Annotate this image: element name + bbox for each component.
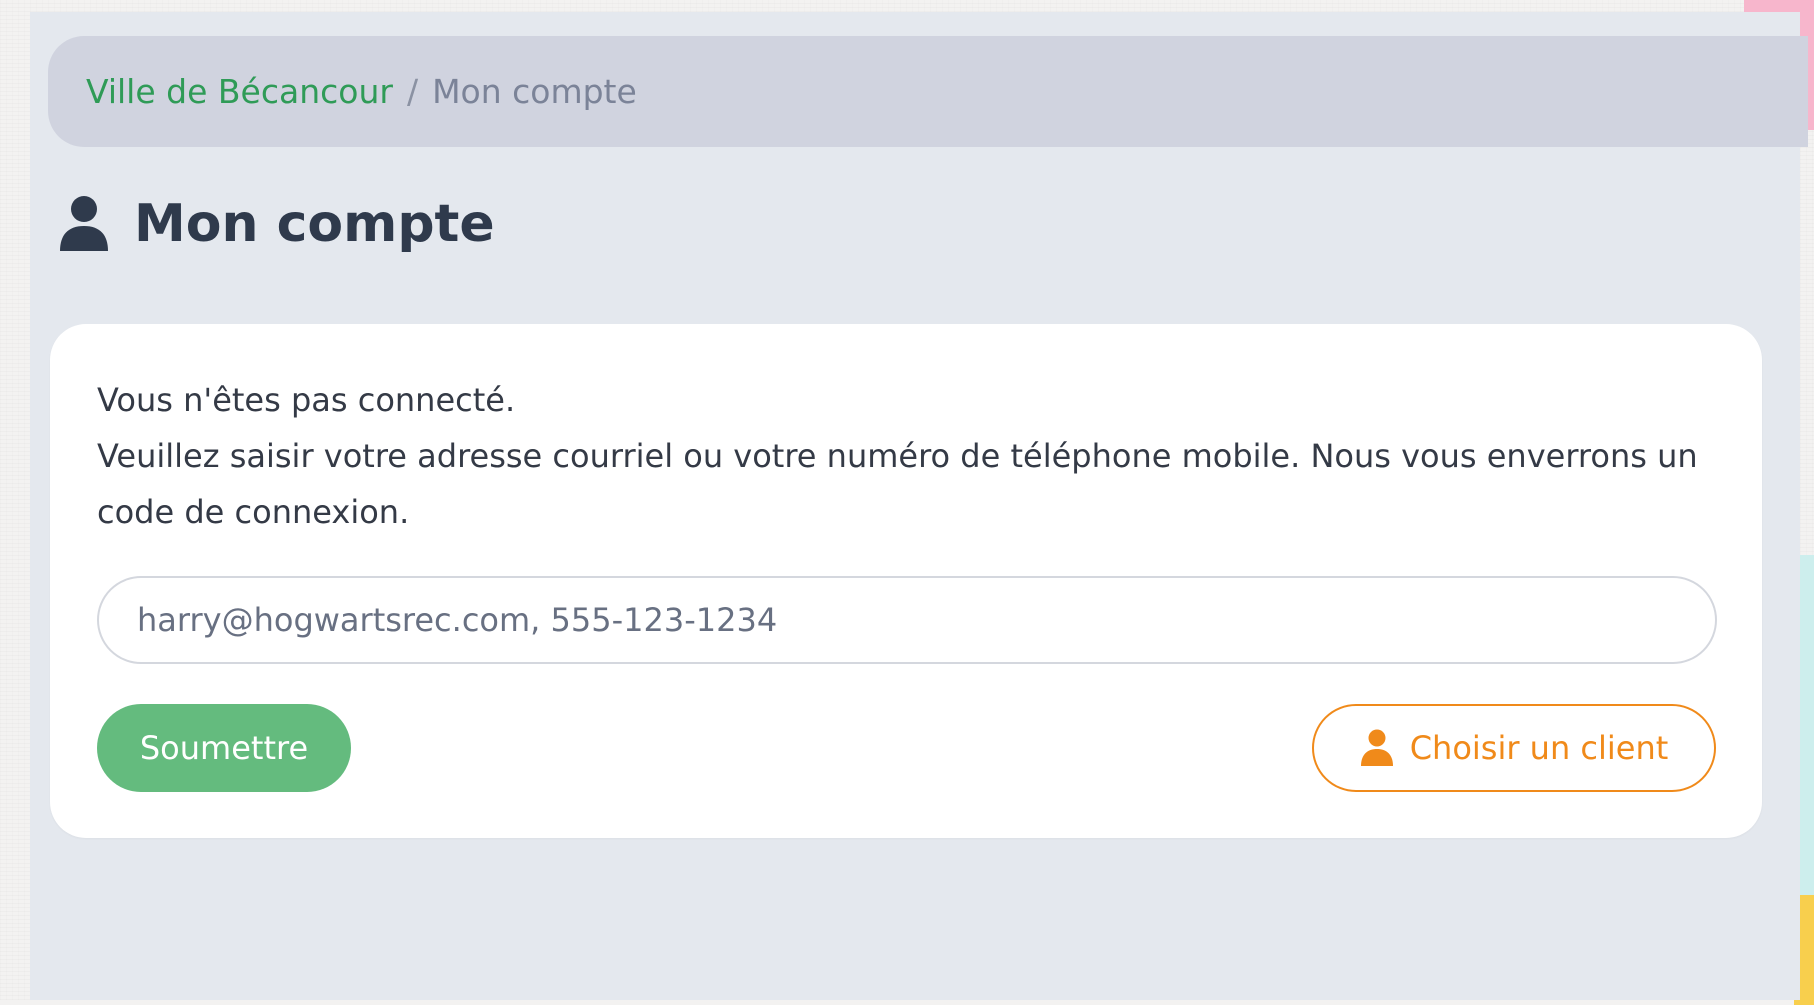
breadcrumb: Ville de Bécancour / Mon compte — [48, 36, 1808, 147]
breadcrumb-current: Mon compte — [432, 72, 637, 111]
choose-client-label: Choisir un client — [1409, 729, 1669, 767]
login-message: Vous n'êtes pas connecté. Veuillez saisi… — [97, 372, 1737, 540]
email-or-phone-input[interactable] — [97, 576, 1717, 664]
breadcrumb-separator: / — [406, 72, 419, 111]
choose-client-button[interactable]: Choisir un client — [1312, 704, 1716, 792]
login-status-text: Vous n'êtes pas connecté. — [97, 381, 516, 419]
submit-button[interactable]: Soumettre — [97, 704, 351, 792]
login-instructions-text: Veuillez saisir votre adresse courriel o… — [97, 437, 1698, 531]
page-title-text: Mon compte — [134, 194, 495, 254]
login-card: Vous n'êtes pas connecté. Veuillez saisi… — [50, 324, 1762, 838]
page-title: Mon compte — [58, 194, 495, 254]
user-icon — [1360, 729, 1393, 766]
breadcrumb-home-link[interactable]: Ville de Bécancour — [86, 72, 393, 111]
user-icon — [60, 196, 108, 251]
